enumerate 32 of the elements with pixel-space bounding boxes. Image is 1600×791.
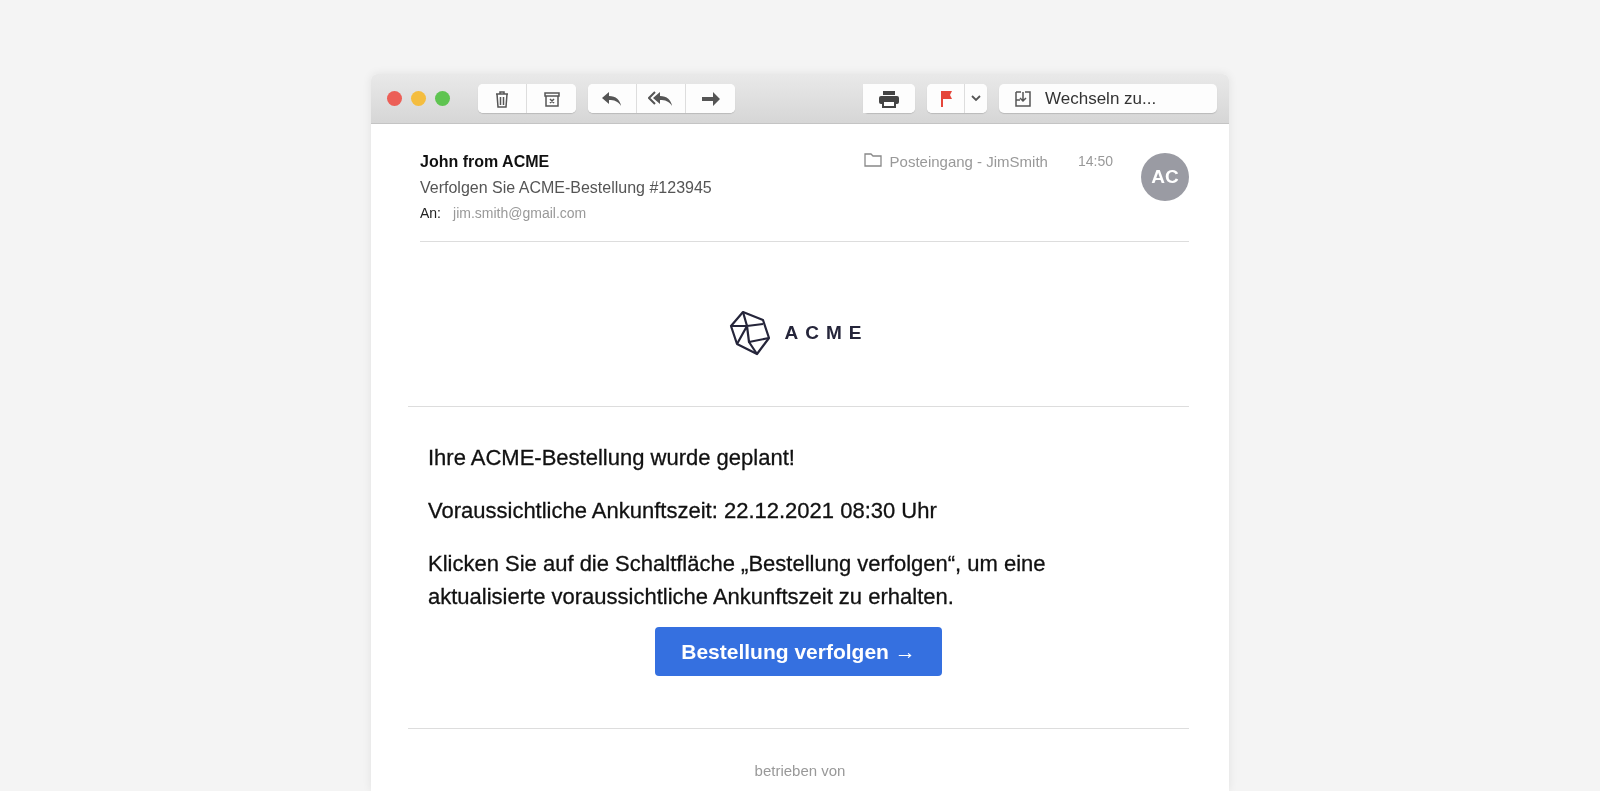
right-arrow-icon	[699, 89, 722, 108]
reply-all-icon	[648, 89, 674, 108]
reply-icon	[601, 89, 623, 108]
close-button[interactable]	[387, 91, 402, 106]
logo-text: ACME	[784, 322, 869, 344]
reply-button[interactable]	[588, 84, 637, 113]
flag-icon	[938, 89, 953, 108]
mailbox-name: Posteingang - JimSmith	[889, 153, 1048, 170]
reply-all-button[interactable]	[637, 84, 686, 113]
avatar: AC	[1141, 153, 1189, 201]
time: 14:50	[1077, 153, 1113, 171]
forward-button[interactable]	[686, 84, 735, 113]
printer-icon	[878, 89, 900, 108]
flag-menu-button[interactable]	[965, 84, 987, 113]
folder-icon	[863, 153, 882, 167]
powered-by: betrieben von	[754, 762, 846, 779]
tray-download-icon	[1013, 88, 1033, 109]
track-order-button[interactable]: Bestellung verfolgen →	[655, 627, 942, 676]
chevron-down-icon	[971, 95, 981, 102]
print-button[interactable]	[863, 84, 915, 113]
to-label: An:	[420, 205, 441, 221]
heading: Ihre ACME-Bestellung wurde geplant!	[428, 444, 796, 472]
flag-button[interactable]	[927, 84, 965, 113]
sender-name: John from ACME	[420, 153, 551, 171]
recipient-address: jim.smith@gmail.com	[453, 205, 587, 221]
delete-button[interactable]	[478, 84, 527, 113]
junk-button[interactable]	[527, 84, 576, 113]
instructions: Klicken Sie auf die Schaltfläche „Bestellung verfolgen“, um eine aktualisierte voraussichtliche Ankunftszeit zu erhalten.	[428, 550, 1047, 611]
move-to-button[interactable]: Wechseln zu...	[999, 84, 1217, 113]
subject: Verfolgen Sie ACME-Bestellung #123945	[420, 179, 713, 197]
cube-logo-icon	[728, 310, 771, 356]
arrival-time: Voraussichtliche Ankunftszeit: 22.12.2021 08:30 Uhr	[428, 497, 938, 525]
